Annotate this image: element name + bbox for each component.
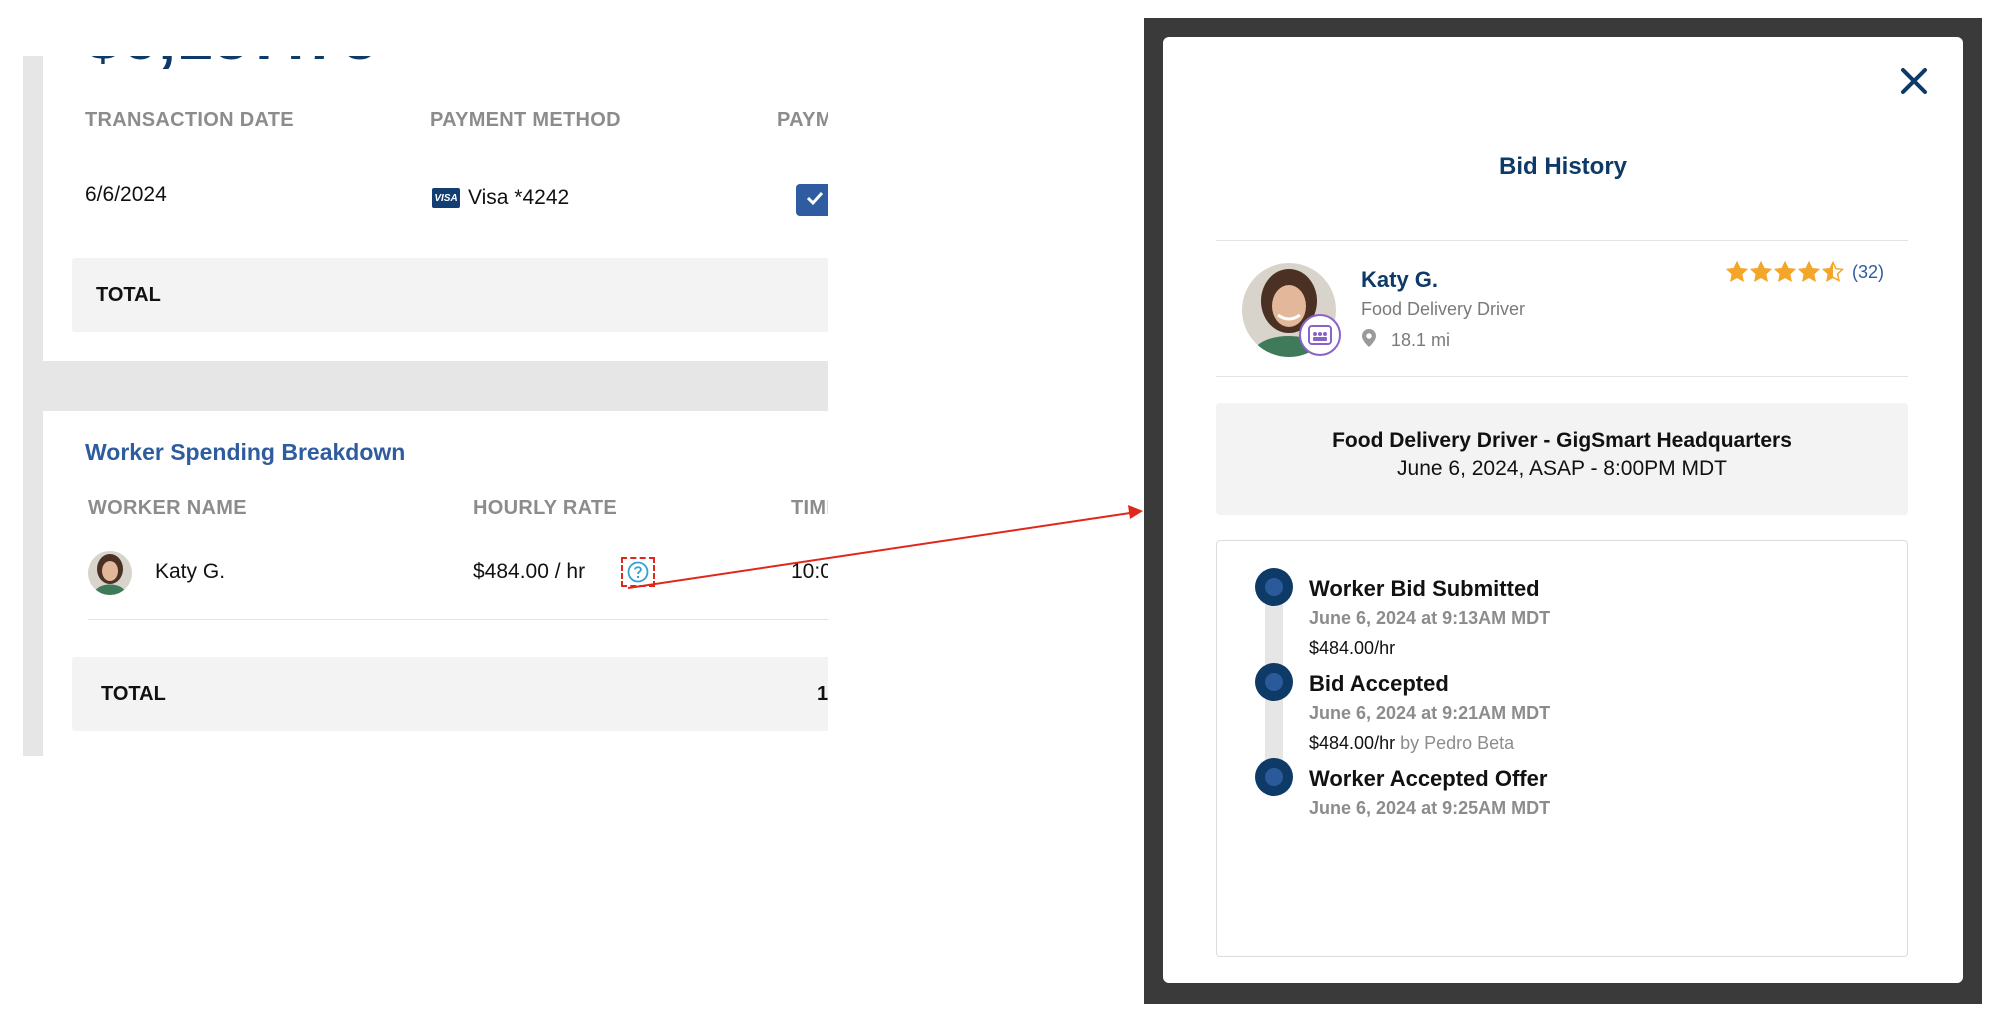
- event-title: Bid Accepted: [1309, 671, 1449, 696]
- header-payment-method: PAYMENT METHOD: [430, 109, 621, 131]
- worker-distance: 18.1 mi: [1361, 328, 1450, 353]
- payment-details-panel: $6,157.75 TRANSACTION DATE PAYMENT METHO…: [23, 56, 828, 756]
- event-title: Worker Accepted Offer: [1309, 766, 1548, 791]
- worker-name[interactable]: Katy G.: [1361, 267, 1438, 293]
- map-pin-icon: [1361, 328, 1377, 353]
- question-circle-icon[interactable]: [621, 557, 655, 587]
- payment-total-row: TOTAL: [72, 258, 828, 332]
- gig-title: Food Delivery Driver - GigSmart Headquar…: [1332, 429, 1792, 452]
- divider: [1216, 240, 1908, 241]
- breakdown-total-row: TOTAL 10 I: [72, 657, 828, 731]
- close-icon: [1900, 67, 1928, 100]
- event-date: June 6, 2024 at 9:21AM MDT: [1309, 703, 1551, 723]
- divider: [1216, 376, 1908, 377]
- payment-card: $6,157.75 TRANSACTION DATE PAYMENT METHO…: [42, 56, 828, 361]
- timeline-dot: [1255, 758, 1293, 796]
- event-date: June 6, 2024 at 9:25AM MDT: [1309, 798, 1551, 818]
- distance-label: 18.1 mi: [1391, 330, 1451, 350]
- bid-timeline: Worker Bid Submitted June 6, 2024 at 9:1…: [1216, 540, 1908, 957]
- gig-time: June 6, 2024, ASAP - 8:00PM MDT: [1397, 457, 1727, 480]
- star-icon: [1774, 261, 1796, 282]
- payment-method: VISA Visa *4242: [432, 186, 569, 210]
- breakdown-total-time: 10 I: [817, 683, 828, 705]
- header-transaction-date: TRANSACTION DATE: [85, 109, 294, 131]
- worker-name[interactable]: Katy G.: [155, 560, 225, 584]
- row-divider: [88, 619, 828, 620]
- modal-title: Bid History: [1498, 153, 1627, 180]
- breakdown-total-label: TOTAL: [101, 683, 166, 705]
- star-icon: [1822, 261, 1844, 282]
- review-count[interactable]: (32): [1852, 262, 1884, 283]
- worker-spending-card: Worker Spending Breakdown WORKER NAME HO…: [42, 411, 828, 756]
- time-value: 10:0: [791, 560, 828, 583]
- payment-status-button[interactable]: C: [796, 184, 828, 216]
- close-button[interactable]: [1892, 61, 1936, 105]
- section-divider: [42, 361, 828, 411]
- worker-avatar[interactable]: [88, 551, 132, 595]
- rating-stars: (32): [1726, 261, 1884, 283]
- header-payment-status: PAYM: [777, 109, 828, 131]
- section-title: Worker Spending Breakdown: [85, 439, 406, 465]
- header-hourly-rate: HOURLY RATE: [473, 497, 618, 519]
- worker-group-badge-icon: [1299, 314, 1341, 356]
- star-icon: [1750, 261, 1772, 282]
- star-icon: [1798, 261, 1820, 282]
- visa-card-icon: VISA: [432, 188, 460, 208]
- worker-role: Food Delivery Driver: [1361, 299, 1526, 319]
- header-worker-name: WORKER NAME: [88, 497, 247, 519]
- gig-summary: Food Delivery Driver - GigSmart Headquar…: [1216, 403, 1908, 515]
- card-label: Visa *4242: [468, 186, 570, 209]
- timeline-dot: [1255, 568, 1293, 606]
- total-amount: $6,157.75: [85, 56, 379, 74]
- hourly-rate: $484.00 / hr: [473, 560, 586, 583]
- star-icon: [1726, 261, 1748, 282]
- event-title: Worker Bid Submitted: [1309, 576, 1540, 601]
- event-rate: $484.00/hr by Pedro Beta: [1309, 733, 1515, 753]
- timeline-dot: [1255, 663, 1293, 701]
- payment-total-label: TOTAL: [96, 284, 161, 306]
- transaction-date: 6/6/2024: [85, 183, 167, 206]
- header-time: TIMI: [791, 497, 828, 519]
- left-rail: [23, 56, 42, 756]
- bid-history-modal: Bid History Katy G. Food Delivery Driver…: [1163, 37, 1963, 983]
- event-date: June 6, 2024 at 9:13AM MDT: [1309, 608, 1551, 628]
- event-rate: $484.00/hr: [1309, 638, 1396, 658]
- check-icon: [806, 190, 824, 211]
